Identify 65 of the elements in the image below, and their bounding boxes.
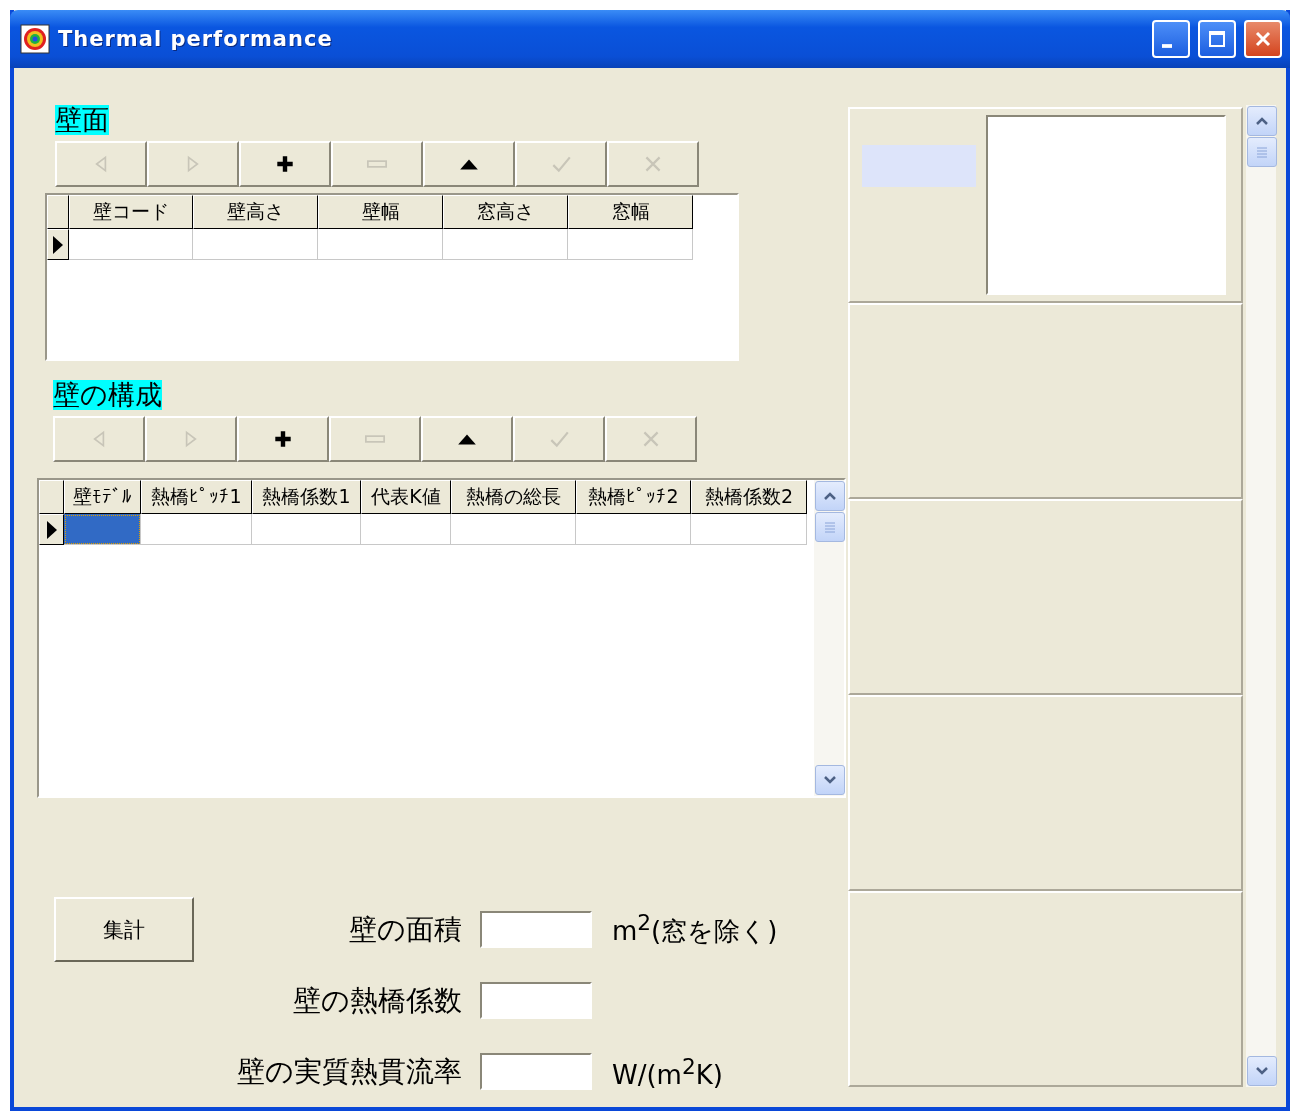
table-cell[interactable] — [69, 229, 193, 260]
table-cell[interactable] — [361, 514, 451, 545]
column-header[interactable]: 窓高さ — [443, 195, 568, 229]
minus-icon — [364, 435, 386, 443]
navigator-button[interactable] — [239, 141, 331, 187]
scrollbar[interactable] — [814, 480, 844, 796]
table-cell[interactable] — [64, 514, 141, 545]
column-header[interactable]: 熱橋ﾋﾟｯﾁ1 — [141, 480, 252, 514]
scroll-thumb[interactable] — [1247, 137, 1277, 167]
table-cell[interactable] — [443, 229, 568, 260]
column-header[interactable]: 壁コード — [69, 195, 193, 229]
scroll-down-button[interactable] — [1247, 1056, 1277, 1086]
input-field[interactable] — [480, 982, 592, 1019]
table-cell[interactable] — [576, 514, 691, 545]
table-cell[interactable] — [451, 514, 576, 545]
chevron-down-icon — [1255, 1066, 1269, 1076]
scroll-thumb[interactable] — [815, 512, 845, 542]
column-header[interactable]: 熱橋の総長 — [451, 480, 576, 514]
app-icon — [20, 24, 50, 54]
field-label: 壁の熱橋係数 — [293, 982, 462, 1019]
minus-icon — [366, 160, 388, 168]
section-heading: 壁面 — [55, 105, 109, 135]
minimize-button[interactable] — [1152, 20, 1190, 58]
column-header[interactable]: 熱橋ﾋﾟｯﾁ2 — [576, 480, 691, 514]
current-row-icon — [52, 234, 64, 255]
table-cell[interactable] — [141, 514, 252, 545]
table-cell[interactable] — [568, 229, 693, 260]
grip-icon — [824, 521, 836, 533]
field-label: 壁の実質熱貫流率 — [237, 1053, 462, 1090]
unit-label: W/(m$^{2}$K) — [612, 1053, 724, 1090]
scroll-up-button[interactable] — [1247, 106, 1277, 136]
chevron-up-icon — [1255, 116, 1269, 126]
field-label: 壁の面積 — [349, 911, 462, 948]
table-cell[interactable] — [252, 514, 361, 545]
input-field[interactable] — [480, 1053, 592, 1090]
window-title: Thermal performance — [58, 27, 334, 51]
grip-icon — [1256, 146, 1268, 158]
column-header[interactable]: 代表K値 — [361, 480, 451, 514]
chevron-down-icon — [823, 775, 837, 785]
input-field[interactable] — [480, 911, 592, 948]
scroll-up-button[interactable] — [815, 481, 845, 511]
column-header[interactable]: 壁ﾓﾃﾞﾙ — [64, 480, 141, 514]
close-icon — [1253, 29, 1273, 49]
minimize-icon — [1162, 44, 1172, 48]
current-row-icon — [45, 519, 58, 540]
maximize-button[interactable] — [1198, 20, 1236, 58]
summarize-button[interactable]: 集計 — [54, 897, 194, 962]
chevron-up-icon — [823, 491, 837, 501]
column-header[interactable]: 壁幅 — [318, 195, 443, 229]
plus-icon — [272, 428, 294, 450]
table-cell[interactable] — [318, 229, 443, 260]
column-header[interactable]: 熱橋係数1 — [252, 480, 361, 514]
scrollbar[interactable] — [1246, 105, 1276, 1087]
column-header[interactable]: 熱橋係数2 — [691, 480, 807, 514]
table-cell[interactable] — [193, 229, 318, 260]
unit-label: m$^{2}$(窓を除く) — [612, 910, 779, 948]
section-heading: 壁の構成 — [53, 380, 162, 410]
scroll-down-button[interactable] — [815, 765, 845, 795]
plus-icon — [274, 153, 296, 175]
column-header[interactable]: 窓幅 — [568, 195, 693, 229]
close-button[interactable] — [1244, 20, 1282, 58]
maximize-icon — [1207, 29, 1227, 49]
table-cell[interactable] — [691, 514, 807, 545]
navigator-button[interactable] — [237, 416, 329, 462]
column-header[interactable]: 壁高さ — [193, 195, 318, 229]
